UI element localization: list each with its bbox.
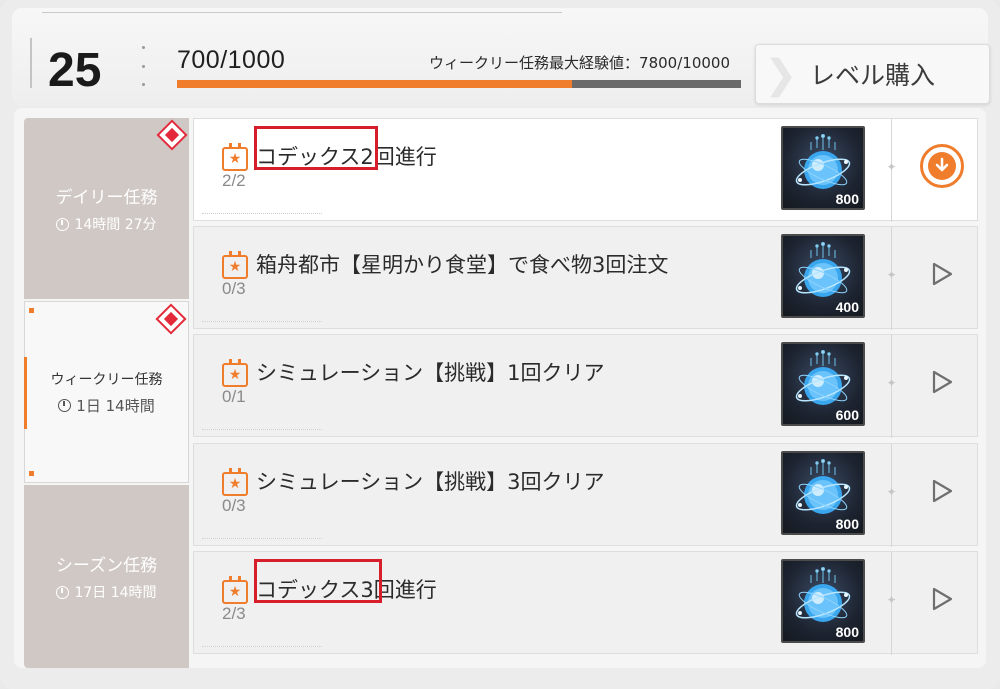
mission-progress: 0/1 [222, 387, 246, 406]
tab-time-value: 14時間 27分 [74, 217, 157, 233]
claim-download-icon [920, 144, 964, 188]
go-to-mission-button[interactable] [919, 251, 965, 297]
reward-item[interactable]: 400 [781, 234, 865, 318]
calendar-star-icon: ★ [222, 251, 248, 279]
sparkle-icon: ✦ [886, 376, 897, 390]
exp-progress-bar [177, 80, 741, 88]
calendar-star-icon: ★ [222, 359, 248, 387]
reward-quantity: 400 [835, 299, 859, 315]
tab-season-missions[interactable]: シーズン任務 17日 14時間 [24, 485, 189, 668]
tab-remaining-time: 17日 14時間 [56, 582, 157, 602]
clock-icon [58, 398, 72, 412]
tab-title: デイリー任務 [55, 188, 158, 208]
row-decoration [202, 213, 322, 216]
highlight-annotation-box [254, 126, 378, 170]
reward-item[interactable]: 800 [781, 559, 865, 643]
header-decoration [142, 46, 150, 86]
mission-progress: 2/2 [222, 171, 246, 190]
mission-row: ★ シミュレーション【挑戦】1回クリア 0/1 600 ✦ [193, 334, 978, 438]
active-tab-corner [29, 308, 34, 313]
player-level: 25 [48, 44, 102, 97]
mission-area: デイリー任務 14時間 27分 ウィークリー任務 1日 14時間 シーズン任務 … [14, 108, 986, 668]
row-decoration [202, 646, 322, 649]
chevron-right-icon: ❯ [764, 52, 798, 98]
reward-item[interactable]: 800 [781, 451, 865, 535]
clock-icon [56, 217, 70, 231]
mission-title: 箱舟都市【星明かり食堂】で食べ物3回注文 [256, 253, 669, 277]
tab-remaining-time: 1日 14時間 [58, 395, 155, 416]
sparkle-icon: ✦ [886, 160, 897, 174]
notification-badge-icon [155, 303, 187, 335]
header-decoration [42, 12, 562, 14]
mission-progress: 0/3 [222, 496, 246, 515]
battle-pass-mission-panel: 25 700/1000 ウィークリー任務最大経験値：7800/10000 ❯ レ… [0, 0, 1000, 689]
header-decoration [30, 38, 34, 88]
go-to-mission-button[interactable] [919, 468, 965, 514]
mission-progress: 2/3 [222, 604, 246, 623]
calendar-star-icon: ★ [222, 576, 248, 604]
go-to-mission-button[interactable] [919, 576, 965, 622]
level-buy-button[interactable]: ❯ レベル購入 [755, 44, 990, 104]
reward-quantity: 800 [835, 191, 859, 207]
mission-row: ★ コデックス3回進行 2/3 800 ✦ [193, 551, 978, 655]
calendar-star-icon: ★ [222, 143, 248, 171]
tab-title: ウィークリー任務 [50, 371, 163, 388]
highlight-annotation-box [254, 559, 382, 603]
reward-item[interactable]: 600 [781, 342, 865, 426]
active-tab-corner [29, 471, 34, 476]
active-tab-indicator [24, 357, 27, 429]
reward-quantity: 800 [835, 516, 859, 532]
claim-reward-button[interactable] [919, 143, 965, 189]
row-decoration [202, 429, 322, 432]
clock-icon [56, 585, 70, 599]
reward-quantity: 800 [835, 624, 859, 640]
mission-progress: 0/3 [222, 279, 246, 298]
play-arrow-icon [932, 587, 953, 611]
tab-daily-missions[interactable]: デイリー任務 14時間 27分 [24, 118, 189, 299]
sparkle-icon: ✦ [886, 485, 897, 499]
tab-title: シーズン任務 [55, 556, 158, 576]
row-decoration [202, 321, 322, 324]
play-arrow-icon [932, 262, 953, 286]
reward-item[interactable]: 800 [781, 126, 865, 210]
exp-progress-fill [177, 80, 572, 88]
mission-row: ★ コデックス2回進行 2/2 800 ✦ [193, 118, 978, 222]
go-to-mission-button[interactable] [919, 359, 965, 405]
tab-time-value: 1日 14時間 [76, 396, 155, 415]
weekly-exp-cap: ウィークリー任務最大経験値：7800/10000 [429, 54, 730, 72]
notification-badge-icon [156, 119, 188, 151]
tab-time-value: 17日 14時間 [74, 585, 157, 601]
tab-remaining-time: 14時間 27分 [56, 214, 157, 234]
exp-counter: 700/1000 [177, 46, 286, 74]
play-arrow-icon [932, 370, 953, 394]
sparkle-icon: ✦ [886, 268, 897, 282]
calendar-star-icon: ★ [222, 468, 248, 496]
sparkle-icon: ✦ [886, 593, 897, 607]
mission-row: ★ シミュレーション【挑戦】3回クリア 0/3 800 ✦ [193, 443, 978, 547]
tab-weekly-missions[interactable]: ウィークリー任務 1日 14時間 [24, 301, 189, 483]
mission-title: シミュレーション【挑戦】1回クリア [256, 361, 605, 385]
play-arrow-icon [932, 479, 953, 503]
mission-row: ★ 箱舟都市【星明かり食堂】で食べ物3回注文 0/3 400 ✦ [193, 226, 978, 330]
mission-title: シミュレーション【挑戦】3回クリア [256, 470, 605, 494]
level-header: 25 700/1000 ウィークリー任務最大経験値：7800/10000 ❯ レ… [12, 8, 990, 106]
reward-quantity: 600 [835, 407, 859, 423]
level-buy-label: レベル購入 [809, 61, 935, 90]
row-decoration [202, 538, 322, 541]
